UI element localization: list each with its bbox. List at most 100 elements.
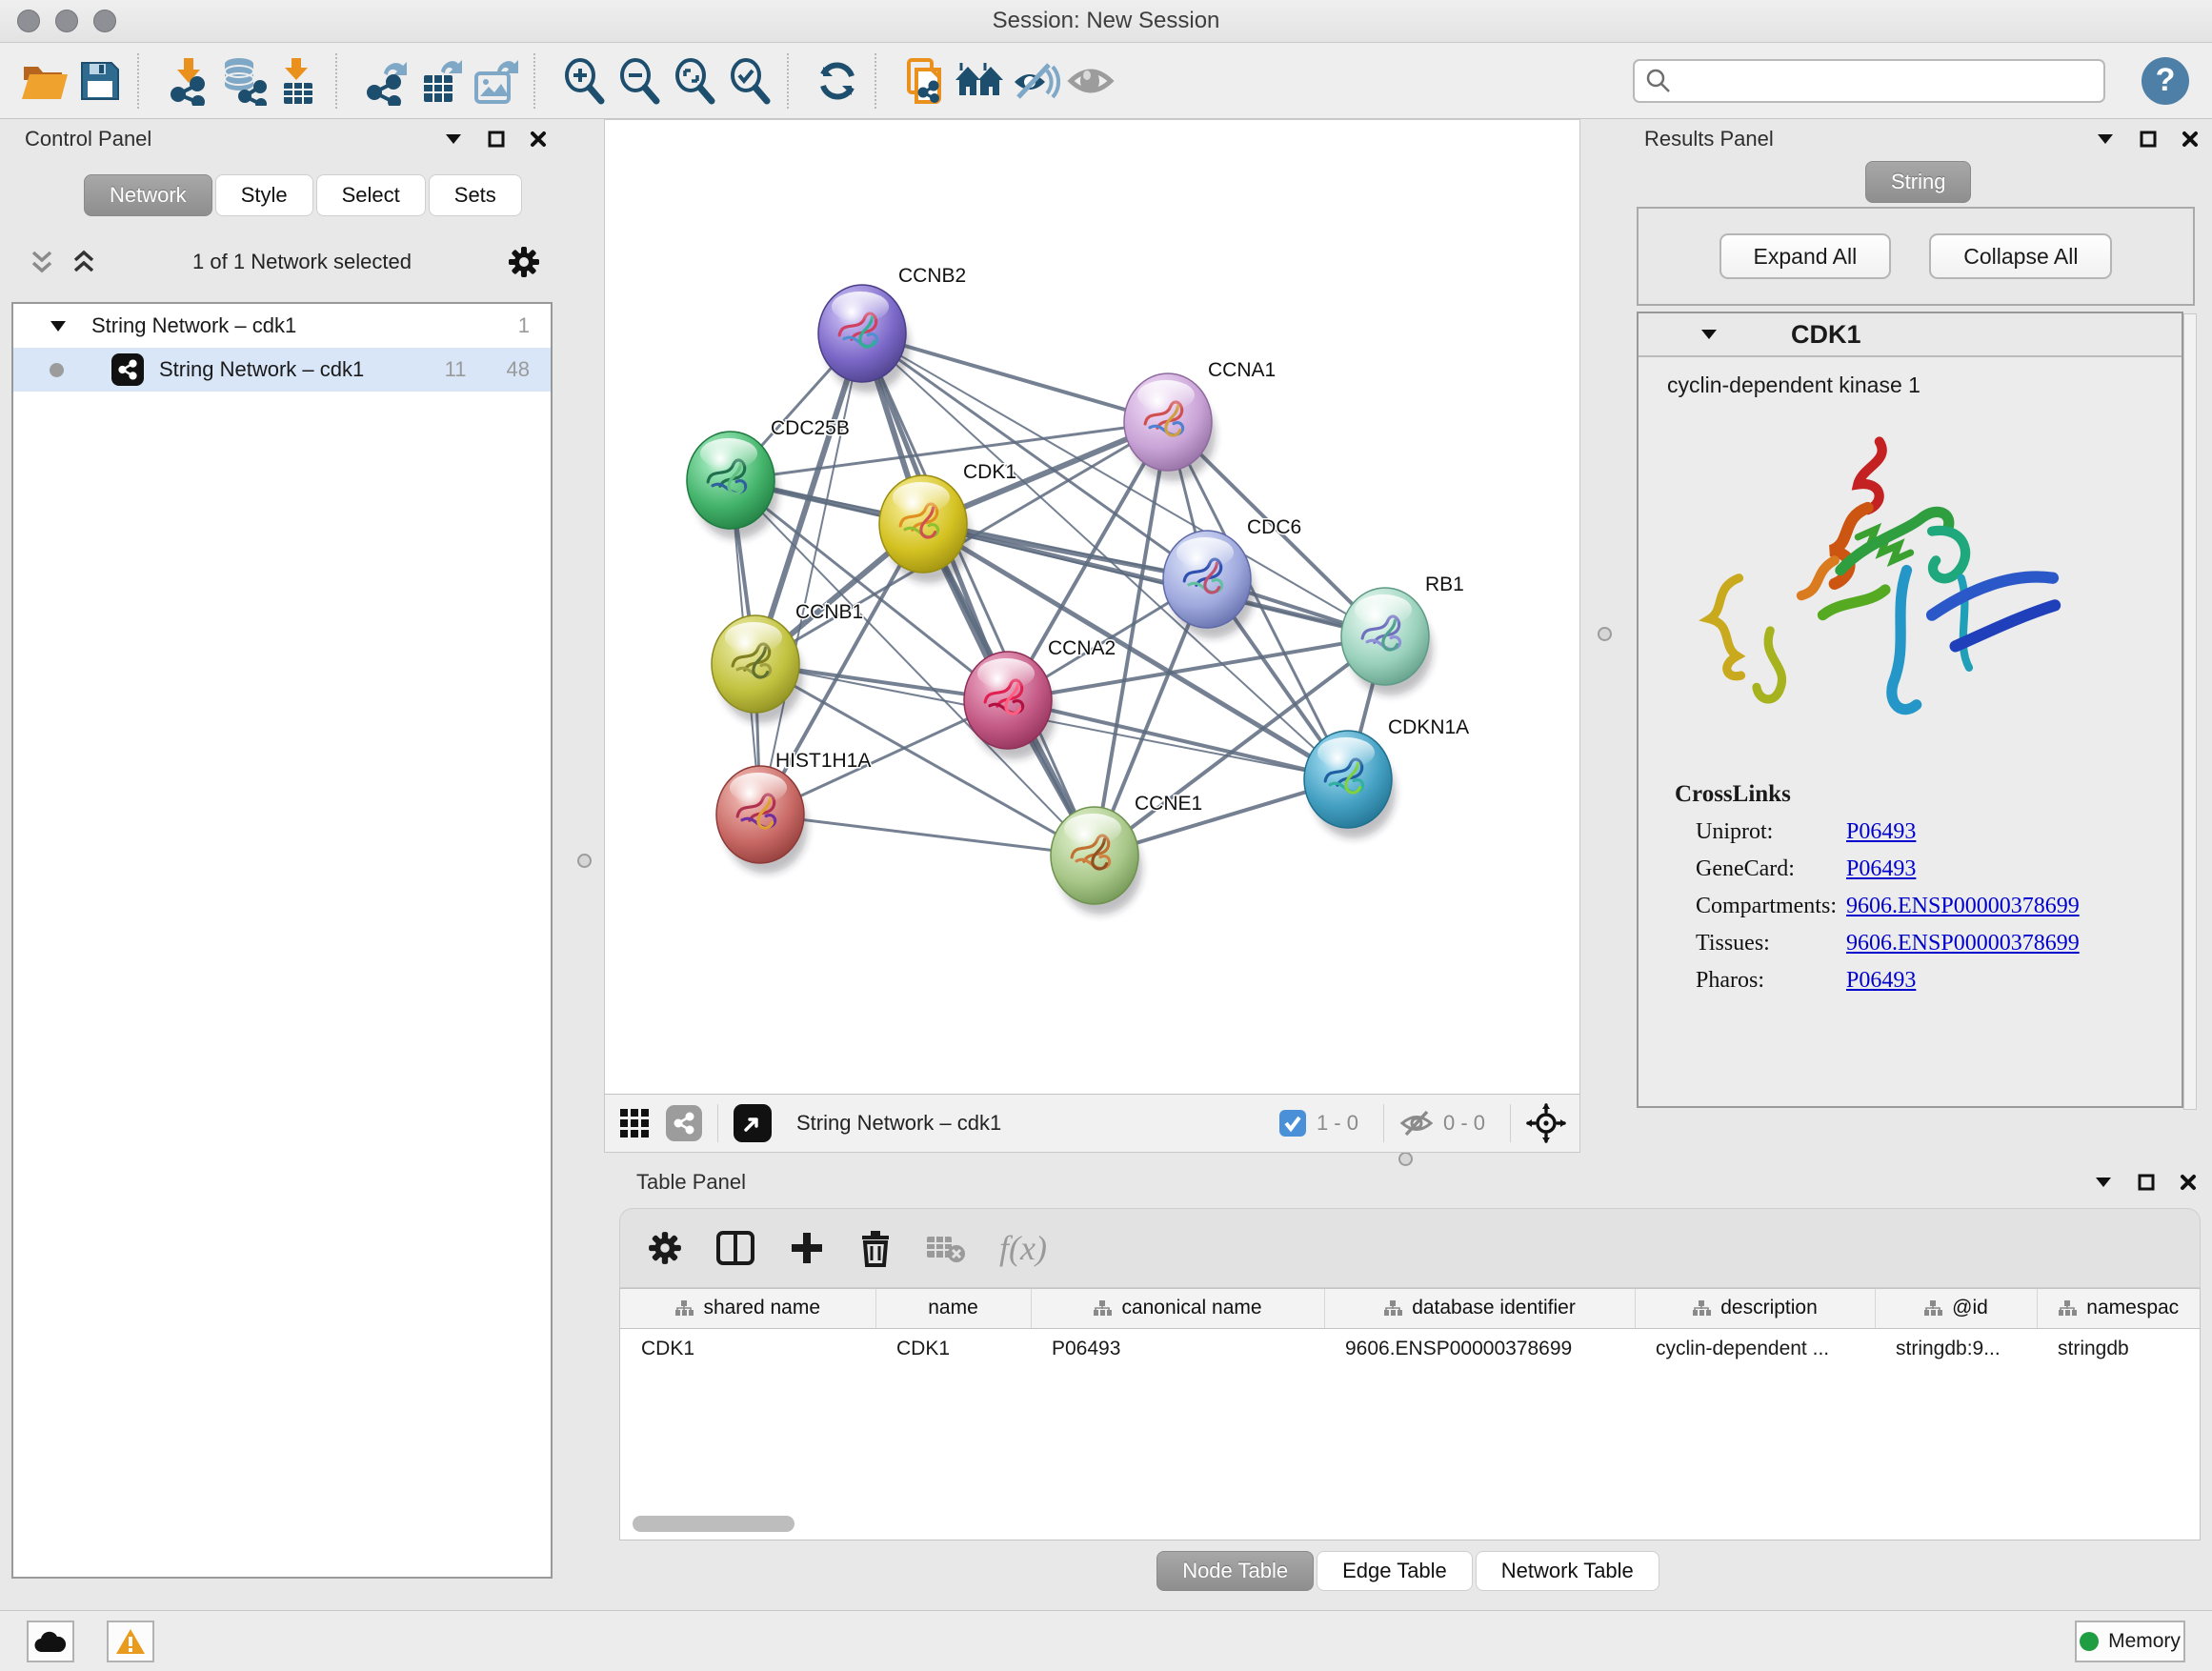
crosslink-link[interactable]: 9606.ENSP00000378699 xyxy=(1846,931,2080,956)
crosslink-link[interactable]: P06493 xyxy=(1846,856,1916,882)
cell-description[interactable]: cyclin-dependent ... xyxy=(1635,1328,1875,1370)
left-splitter-handle[interactable] xyxy=(577,854,592,868)
node-label-CDC25B: CDC25B xyxy=(771,417,850,439)
change-views-button[interactable] xyxy=(953,52,1008,110)
panel-float-icon[interactable] xyxy=(2138,1174,2155,1191)
show-columns-icon[interactable] xyxy=(715,1230,755,1266)
network-node-CCNB2[interactable] xyxy=(818,285,910,393)
delete-column-trash-icon[interactable] xyxy=(858,1229,893,1267)
expand-all-networks-icon[interactable] xyxy=(70,248,97,276)
table-header-row[interactable]: shared name name canonical name database… xyxy=(620,1289,2200,1328)
tab-style[interactable]: Style xyxy=(215,174,313,216)
network-node-HIST1H1A[interactable] xyxy=(716,766,808,874)
network-row[interactable]: String Network – cdk1 11 48 xyxy=(13,348,551,392)
protein-structure-image xyxy=(1677,423,2096,756)
panel-close-icon[interactable] xyxy=(2180,1174,2197,1191)
node-table[interactable]: shared name name canonical name database… xyxy=(619,1288,2201,1540)
network-node-CCNE1[interactable] xyxy=(1051,807,1142,915)
results-actions: Expand All Collapse All xyxy=(1637,207,2195,306)
save-session-button[interactable] xyxy=(72,52,128,110)
hide-selected-button[interactable] xyxy=(1008,52,1063,110)
tree-expand-icon[interactable] xyxy=(50,320,67,332)
export-network-button[interactable] xyxy=(358,52,413,110)
birdseye-navigator-icon[interactable] xyxy=(1526,1103,1566,1143)
add-column-icon[interactable] xyxy=(788,1229,826,1267)
collapse-all-button[interactable]: Collapse All xyxy=(1929,233,2112,279)
cloud-status-button[interactable] xyxy=(27,1621,74,1662)
open-session-button[interactable] xyxy=(17,52,72,110)
tab-edge-table[interactable]: Edge Table xyxy=(1317,1551,1473,1591)
grid-view-icon[interactable] xyxy=(618,1107,651,1139)
import-table-from-file-button[interactable] xyxy=(271,52,326,110)
cell-database-identifier[interactable]: 9606.ENSP00000378699 xyxy=(1324,1328,1635,1370)
gray-eye-icon xyxy=(1067,60,1115,102)
tab-node-table[interactable]: Node Table xyxy=(1156,1551,1314,1591)
search-box[interactable] xyxy=(1633,59,2105,103)
search-input[interactable] xyxy=(1673,68,2094,94)
cell-shared-name[interactable]: CDK1 xyxy=(620,1328,875,1370)
cell-canonical-name[interactable]: P06493 xyxy=(1031,1328,1324,1370)
export-image-button[interactable] xyxy=(469,52,524,110)
crosslink-link[interactable]: P06493 xyxy=(1846,819,1916,845)
table-row[interactable]: CDK1 CDK1 P06493 9606.ENSP00000378699 cy… xyxy=(620,1328,2200,1370)
zoom-fit-button[interactable] xyxy=(667,52,722,110)
import-network-from-file-button[interactable] xyxy=(160,52,215,110)
tab-sets[interactable]: Sets xyxy=(429,174,522,216)
column-header-description[interactable]: description xyxy=(1635,1289,1875,1328)
panel-menu-icon[interactable] xyxy=(2096,132,2115,146)
warnings-button[interactable] xyxy=(107,1621,154,1662)
gene-collapse-icon[interactable] xyxy=(1699,328,1719,341)
network-node-CDC25B[interactable] xyxy=(687,432,778,539)
column-header-canonical-name[interactable]: canonical name xyxy=(1031,1289,1324,1328)
panel-menu-icon[interactable] xyxy=(444,132,463,146)
export-table-button[interactable] xyxy=(413,52,469,110)
panel-menu-icon[interactable] xyxy=(2094,1176,2113,1189)
panel-float-icon[interactable] xyxy=(2140,131,2157,148)
cell-name[interactable]: CDK1 xyxy=(875,1328,1031,1370)
results-scrollbar[interactable] xyxy=(2183,313,2197,1110)
crosslink-link[interactable]: P06493 xyxy=(1846,968,1916,994)
zoom-in-button[interactable] xyxy=(556,52,612,110)
tab-network[interactable]: Network xyxy=(84,174,212,216)
cell-id[interactable]: stringdb:9... xyxy=(1875,1328,2037,1370)
right-splitter-handle[interactable] xyxy=(1598,627,1612,641)
cell-namespace[interactable]: stringdb xyxy=(2037,1328,2200,1370)
panel-close-icon[interactable] xyxy=(530,131,547,148)
network-node-RB1[interactable] xyxy=(1341,588,1433,695)
zoom-out-button[interactable] xyxy=(612,52,667,110)
network-canvas[interactable]: CCNB2CCNA1CDC25BCDK1CDC6RB1CCNB1CCNA2CDK… xyxy=(605,120,1579,1094)
panel-close-icon[interactable] xyxy=(2182,131,2199,148)
tab-network-table[interactable]: Network Table xyxy=(1476,1551,1659,1591)
network-node-CCNA1[interactable] xyxy=(1124,373,1216,481)
column-header-name[interactable]: name xyxy=(875,1289,1031,1328)
crosslink-link[interactable]: 9606.ENSP00000378699 xyxy=(1846,894,2080,919)
show-graphics-details-button[interactable] xyxy=(1063,52,1118,110)
expand-all-button[interactable]: Expand All xyxy=(1719,233,1892,279)
bottom-splitter-handle[interactable] xyxy=(1398,1152,1413,1166)
network-node-CDKN1A[interactable] xyxy=(1304,731,1396,838)
network-options-gear-icon[interactable] xyxy=(507,245,541,279)
column-header-id[interactable]: @id xyxy=(1875,1289,2037,1328)
memory-button[interactable]: Memory xyxy=(2075,1621,2185,1662)
detach-view-icon[interactable] xyxy=(734,1104,772,1142)
network-node-CCNB1[interactable] xyxy=(712,615,803,723)
collapse-all-networks-icon[interactable] xyxy=(29,248,55,276)
help-button[interactable]: ? xyxy=(2142,57,2189,105)
table-settings-gear-icon[interactable] xyxy=(647,1230,683,1266)
refresh-view-button[interactable] xyxy=(810,52,865,110)
horizontal-scrollbar[interactable] xyxy=(633,1516,794,1532)
string-view-badge-icon[interactable] xyxy=(666,1105,702,1141)
import-network-from-database-button[interactable] xyxy=(215,52,271,110)
tab-string-results[interactable]: String xyxy=(1865,161,1971,203)
column-header-shared-name[interactable]: shared name xyxy=(620,1289,875,1328)
network-node-CCNA2[interactable] xyxy=(964,652,1056,759)
column-header-namespace[interactable]: namespac xyxy=(2037,1289,2200,1328)
clone-network-button[interactable] xyxy=(897,52,953,110)
column-header-database-identifier[interactable]: database identifier xyxy=(1324,1289,1635,1328)
tab-select[interactable]: Select xyxy=(316,174,426,216)
network-node-CDK1[interactable] xyxy=(879,475,971,583)
network-collection-row[interactable]: String Network – cdk1 1 xyxy=(13,304,551,348)
panel-float-icon[interactable] xyxy=(488,131,505,148)
zoom-selected-button[interactable] xyxy=(722,52,777,110)
selected-checkbox-icon[interactable] xyxy=(1278,1109,1307,1137)
